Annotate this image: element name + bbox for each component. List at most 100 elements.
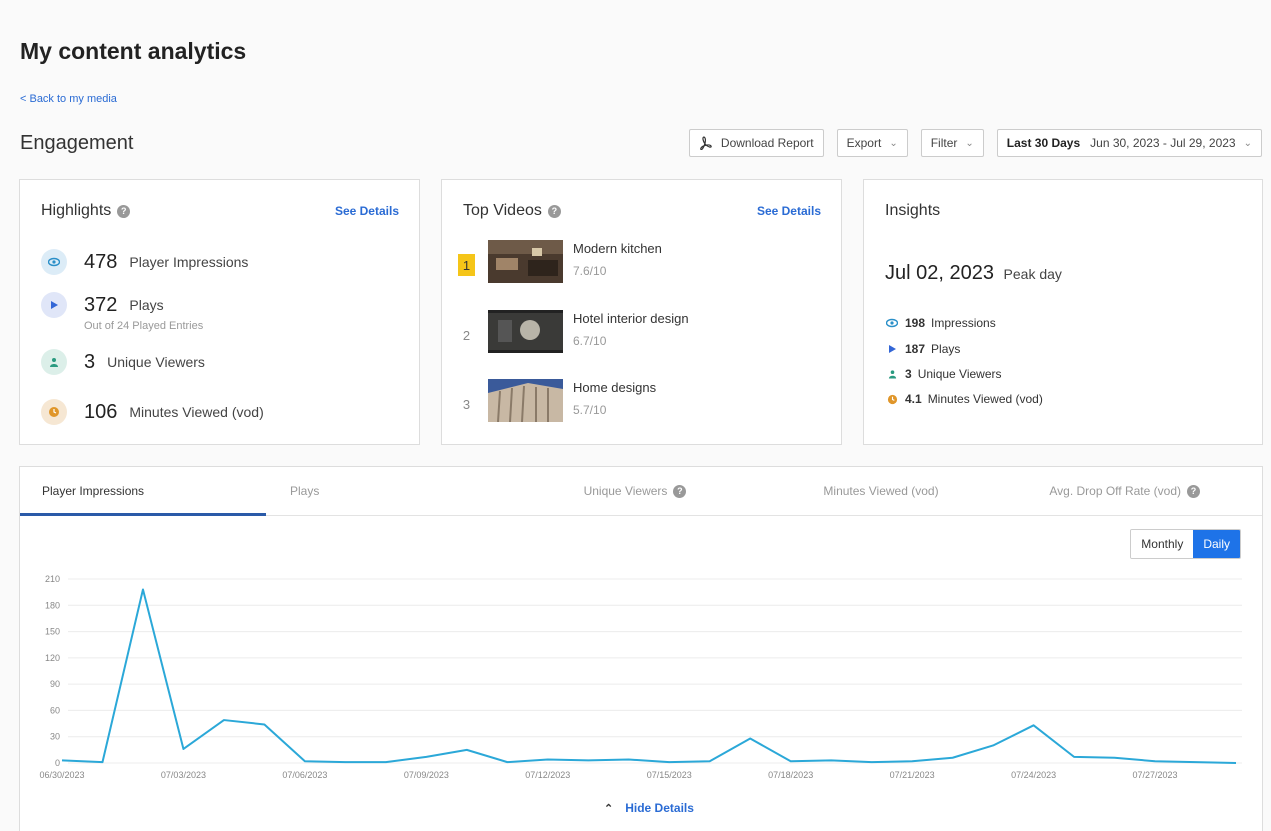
- y-tick-label: 60: [50, 705, 60, 715]
- tab-label: Avg. Drop Off Rate (vod): [1049, 484, 1181, 498]
- chevron-up-icon: ⌃: [604, 802, 614, 815]
- x-tick-label: 07/18/2023: [768, 770, 813, 780]
- user-icon: [885, 369, 899, 379]
- insights-title: Insights: [885, 202, 941, 219]
- insight-label: Unique Viewers: [917, 367, 1002, 381]
- highlights-see-details-link[interactable]: See Details: [335, 204, 399, 218]
- export-dropdown[interactable]: Export ⌄: [836, 129, 908, 157]
- highlight-label: Unique Viewers: [107, 354, 205, 370]
- y-tick-label: 0: [55, 758, 60, 768]
- help-icon[interactable]: ?: [673, 484, 687, 498]
- top-videos-card: Top Videos ? See Details 1 Modern kitche…: [441, 179, 842, 445]
- highlight-impressions: 478 Player Impressions: [41, 249, 248, 275]
- back-link[interactable]: < Back to my media: [20, 93, 117, 105]
- tab-label: Player Impressions: [42, 484, 145, 498]
- x-tick-label: 06/30/2023: [39, 770, 84, 780]
- insight-unique-viewers: 3 Unique Viewers: [885, 367, 1002, 381]
- y-tick-label: 30: [50, 732, 60, 742]
- highlight-label: Player Impressions: [129, 254, 249, 270]
- granularity-toggle: Monthly Daily: [1130, 529, 1241, 559]
- x-tick-label: 07/21/2023: [890, 770, 935, 780]
- top-videos-see-details-link[interactable]: See Details: [757, 204, 821, 218]
- tab-label: Unique Viewers: [583, 484, 668, 498]
- x-tick-label: 07/24/2023: [1011, 770, 1056, 780]
- y-tick-label: 180: [45, 600, 60, 610]
- highlight-value: 478: [84, 250, 118, 273]
- insights-card: Insights Jul 02, 2023 Peak day 198 Impre…: [863, 179, 1263, 445]
- top-video-item[interactable]: 2 Hotel interior design 6.7/10: [458, 310, 689, 353]
- insight-value: 4.1: [905, 392, 922, 406]
- play-icon: [885, 344, 899, 354]
- chevron-down-icon: ⌄: [965, 137, 974, 149]
- insight-impressions: 198 Impressions: [885, 316, 996, 330]
- insight-label: Plays: [931, 342, 961, 356]
- play-icon: [41, 292, 67, 318]
- tab-minutes-viewed[interactable]: Minutes Viewed (vod): [758, 467, 1004, 515]
- y-tick-label: 90: [50, 679, 60, 689]
- y-tick-label: 150: [45, 627, 60, 637]
- y-tick-label: 210: [45, 574, 60, 584]
- highlight-plays: 372 Plays: [41, 292, 164, 318]
- section-title: Engagement: [20, 132, 134, 154]
- peak-label: Peak day: [1003, 266, 1062, 282]
- highlight-label: Minutes Viewed (vod): [129, 404, 264, 420]
- toolbar: Download Report Export ⌄ Filter ⌄ Last 3…: [688, 129, 1262, 157]
- x-tick-label: 07/09/2023: [404, 770, 449, 780]
- peak-date: Jul 02, 2023: [885, 262, 994, 284]
- tab-player-impressions[interactable]: Player Impressions: [20, 467, 266, 516]
- hide-details-label: Hide Details: [625, 801, 694, 815]
- peak-day: Jul 02, 2023 Peak day: [885, 262, 1062, 285]
- daily-button[interactable]: Daily: [1193, 530, 1240, 558]
- video-thumbnail: [488, 240, 563, 283]
- top-videos-title: Top Videos ?: [463, 202, 561, 220]
- video-score: 7.6/10: [573, 264, 607, 278]
- filter-dropdown[interactable]: Filter ⌄: [920, 129, 984, 157]
- video-thumbnail: [488, 310, 563, 353]
- tab-unique-viewers[interactable]: Unique Viewers?: [512, 467, 758, 515]
- filter-label: Filter: [930, 136, 958, 150]
- download-report-button[interactable]: Download Report: [688, 129, 824, 157]
- chart-card: Player Impressions Plays Unique Viewers?…: [19, 466, 1263, 831]
- top-video-item[interactable]: 1 Modern kitchen 7.6/10: [458, 240, 662, 283]
- tab-avg-drop-off-rate[interactable]: Avg. Drop Off Rate (vod)?: [1004, 467, 1250, 515]
- highlights-card: Highlights ? See Details 478 Player Impr…: [19, 179, 420, 445]
- date-range-dropdown[interactable]: Last 30 Days Jun 30, 2023 - Jul 29, 2023…: [996, 129, 1262, 157]
- hide-details-link[interactable]: ⌃ Hide Details: [604, 801, 694, 815]
- pdf-icon: [700, 136, 712, 150]
- page-title: My content analytics: [20, 38, 247, 64]
- impressions-line-chart: 0 30 60 90 120 150 180 210 06/30/2023 07/03/2023 0…: [39, 574, 1242, 780]
- help-icon[interactable]: ?: [117, 204, 131, 218]
- highlight-label: Plays: [129, 297, 164, 313]
- insight-value: 187: [905, 342, 926, 356]
- highlight-minutes-viewed: 106 Minutes Viewed (vod): [41, 399, 264, 425]
- video-score: 6.7/10: [573, 334, 607, 348]
- top-video-item[interactable]: 3 Home designs 5.7/10: [458, 379, 656, 422]
- insight-value: 198: [905, 316, 926, 330]
- video-name: Home designs: [573, 380, 657, 395]
- chevron-down-icon: ⌄: [889, 137, 898, 149]
- video-score: 5.7/10: [573, 403, 607, 417]
- chevron-down-icon: ⌄: [1243, 137, 1252, 149]
- insight-value: 3: [905, 367, 912, 381]
- monthly-button[interactable]: Monthly: [1131, 530, 1194, 558]
- help-icon[interactable]: ?: [547, 204, 561, 218]
- tab-plays[interactable]: Plays: [266, 467, 512, 515]
- x-tick-label: 07/03/2023: [161, 770, 206, 780]
- eye-icon: [885, 318, 899, 328]
- x-tick-label: 07/15/2023: [647, 770, 692, 780]
- date-range-label: Last 30 Days: [1006, 136, 1081, 150]
- y-tick-label: 120: [45, 653, 60, 663]
- highlights-title-text: Highlights: [41, 202, 112, 219]
- highlight-sub: Out of 24 Played Entries: [84, 320, 204, 332]
- highlights-title: Highlights ?: [41, 202, 131, 220]
- highlight-value: 106: [84, 400, 118, 423]
- date-range-value: Jun 30, 2023 - Jul 29, 2023: [1090, 136, 1236, 150]
- insight-plays: 187 Plays: [885, 342, 960, 356]
- rank-badge: 1: [458, 254, 475, 276]
- highlight-unique-viewers: 3 Unique Viewers: [41, 349, 205, 375]
- x-tick-label: 07/06/2023: [282, 770, 327, 780]
- video-name: Hotel interior design: [573, 311, 689, 326]
- help-icon[interactable]: ?: [1187, 484, 1200, 498]
- export-label: Export: [846, 136, 882, 150]
- highlight-value: 372: [84, 293, 118, 316]
